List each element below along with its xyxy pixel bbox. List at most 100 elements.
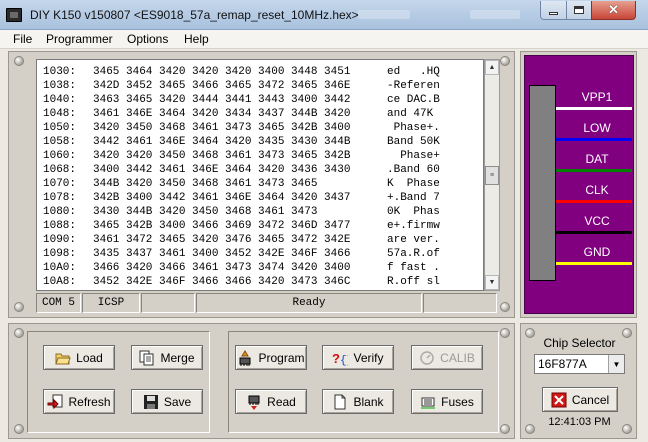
- hex-line: 1088: 3465 342B 3400 3466 3469 3472 346D …: [43, 220, 440, 233]
- program-label: Program: [258, 350, 305, 365]
- chevron-down-icon[interactable]: ▼: [608, 355, 624, 373]
- hex-bytes: 3466 3420 3466 3461 3473 3474 3420 3400: [93, 262, 351, 274]
- hex-ascii: Phase+: [387, 150, 440, 162]
- hex-line: 1058: 3442 3461 346E 3464 3420 3435 3430 …: [43, 136, 440, 149]
- floppy-disk-icon: [143, 394, 159, 410]
- frame-knob: [14, 424, 24, 434]
- hex-line: 1048: 3461 346E 3464 3420 3434 3437 344B …: [43, 108, 440, 121]
- hex-address: 1088:: [43, 220, 77, 232]
- calib-gauge-icon: [419, 350, 435, 366]
- save-label: Save: [163, 394, 192, 409]
- scroll-thumb[interactable]: ≡: [485, 166, 499, 185]
- pin-label-gnd: GND: [583, 245, 611, 259]
- hex-ascii: +.Band 7: [387, 192, 440, 204]
- hex-ascii: 57a.R.of: [387, 248, 440, 260]
- chip-selector-value: 16F877A: [538, 357, 587, 371]
- hex-ascii: 0K Phas: [387, 206, 440, 218]
- program-button[interactable]: Program: [235, 345, 307, 370]
- chip-body: [529, 85, 556, 281]
- pin-label-vcc: VCC: [584, 214, 610, 228]
- scroll-down-button[interactable]: ▼: [485, 275, 499, 290]
- hex-ascii: are ver.: [387, 234, 440, 246]
- blank-button[interactable]: Blank: [322, 389, 394, 414]
- refresh-label: Refresh: [68, 394, 111, 409]
- hex-line: 10A0: 3466 3420 3466 3461 3473 3474 3420 …: [43, 262, 440, 275]
- calib-label: CALIB: [440, 350, 475, 365]
- hex-address: 10A8:: [43, 276, 77, 288]
- menu-programmer[interactable]: Programmer: [46, 32, 113, 46]
- calib-button[interactable]: CALIB: [411, 345, 483, 370]
- hex-bytes: 3461 3472 3465 3420 3476 3465 3472 342E: [93, 234, 351, 246]
- hex-bytes: 342B 3400 3442 3461 346E 3464 3420 3437: [93, 192, 351, 204]
- scroll-up-button[interactable]: ▲: [485, 60, 499, 75]
- hex-address: 1048:: [43, 108, 77, 120]
- load-button[interactable]: Load: [43, 345, 115, 370]
- hex-bytes: 3461 346E 3464 3420 3434 3437 344B 3420: [93, 108, 351, 120]
- close-button[interactable]: ✕: [591, 1, 636, 20]
- hex-bytes: 3435 3437 3461 3400 3452 342E 346F 3466: [93, 248, 351, 260]
- fuses-icon: [420, 394, 436, 410]
- frame-knob: [500, 328, 510, 338]
- hex-ascii: -Referen: [387, 80, 440, 92]
- folder-open-icon: [55, 350, 71, 366]
- hex-address: 1070:: [43, 178, 77, 190]
- pin-wire-gnd: [556, 262, 632, 265]
- frame-knob: [14, 56, 24, 66]
- hex-bytes: 342D 3452 3465 3466 3465 3472 3465 346E: [93, 80, 351, 92]
- menu-help[interactable]: Help: [184, 32, 209, 46]
- frame-knob: [14, 328, 24, 338]
- fuses-label: Fuses: [441, 394, 474, 409]
- fuses-button[interactable]: Fuses: [411, 389, 483, 414]
- hex-ascii: f fast .: [387, 262, 440, 274]
- verify-icon: ?{}: [332, 350, 353, 367]
- menu-file[interactable]: File: [13, 32, 32, 46]
- read-chip-icon: [246, 394, 262, 410]
- chip-selector-dropdown[interactable]: 16F877A ▼: [534, 354, 625, 374]
- maximize-button[interactable]: [566, 1, 592, 20]
- chip-pin-panel: VPP1 LOW DAT CLK VCC GND: [520, 51, 637, 318]
- merge-button[interactable]: Merge: [131, 345, 203, 370]
- blank-page-icon: [332, 394, 348, 410]
- hex-bytes: 3452 342E 346F 3466 3466 3420 3473 346C: [93, 276, 351, 288]
- minimize-button[interactable]: [540, 1, 567, 20]
- hex-line: 1070: 344B 3420 3450 3468 3461 3473 3465 K…: [43, 178, 440, 191]
- pin-wire-vpp1: [556, 107, 632, 110]
- hex-address: 1030:: [43, 66, 77, 78]
- hex-address: 1078:: [43, 192, 77, 204]
- vertical-scrollbar[interactable]: ▲ ≡ ▼: [484, 59, 500, 291]
- status-message: Ready: [196, 293, 422, 313]
- hex-line: 1040: 3463 3465 3420 3444 3441 3443 3400 …: [43, 94, 440, 107]
- frame-knob: [500, 424, 510, 434]
- hex-ascii: R.off sl: [387, 276, 440, 288]
- title-ghost: [358, 10, 410, 19]
- menu-bar: File Programmer Options Help: [0, 30, 648, 49]
- pin-wire-vcc: [556, 231, 632, 234]
- hex-line: 1090: 3461 3472 3465 3420 3476 3465 3472 …: [43, 234, 440, 247]
- hex-bytes: 3420 3420 3450 3468 3461 3473 3465 342B: [93, 150, 351, 162]
- cancel-button[interactable]: Cancel: [542, 387, 618, 412]
- read-button[interactable]: Read: [235, 389, 307, 414]
- hex-bytes: 3465 342B 3400 3466 3469 3472 346D 3477: [93, 220, 351, 232]
- frame-knob: [14, 302, 24, 312]
- pin-wire-low: [556, 138, 632, 141]
- pin-label-clk: CLK: [585, 183, 609, 197]
- program-chip-icon: [237, 349, 253, 366]
- clock: 12:41:03 PM: [548, 416, 611, 428]
- hex-line: 1038: 342D 3452 3465 3466 3465 3472 3465 …: [43, 80, 440, 93]
- menu-options[interactable]: Options: [127, 32, 168, 46]
- svg-text:?: ?: [332, 351, 340, 366]
- hex-address: 1060:: [43, 150, 77, 162]
- verify-label: Verify: [353, 350, 384, 365]
- save-button[interactable]: Save: [131, 389, 203, 414]
- load-label: Load: [76, 350, 103, 365]
- hex-editor[interactable]: 1030: 3465 3464 3420 3420 3420 3400 3448 …: [36, 59, 484, 291]
- refresh-button[interactable]: Refresh: [43, 389, 115, 414]
- hex-bytes: 3465 3464 3420 3420 3420 3400 3448 3451: [93, 66, 351, 78]
- status-progress: [423, 293, 497, 313]
- hex-bytes: 344B 3420 3450 3468 3461 3473 3465: [93, 178, 318, 190]
- window-title: DIY K150 v150807 <ES9018_57a_remap_reset…: [30, 8, 359, 22]
- refresh-icon: [47, 394, 63, 410]
- title-bar: DIY K150 v150807 <ES9018_57a_remap_reset…: [0, 0, 648, 30]
- verify-button[interactable]: ?{} Verify: [322, 345, 394, 370]
- pin-label-dat: DAT: [585, 152, 609, 166]
